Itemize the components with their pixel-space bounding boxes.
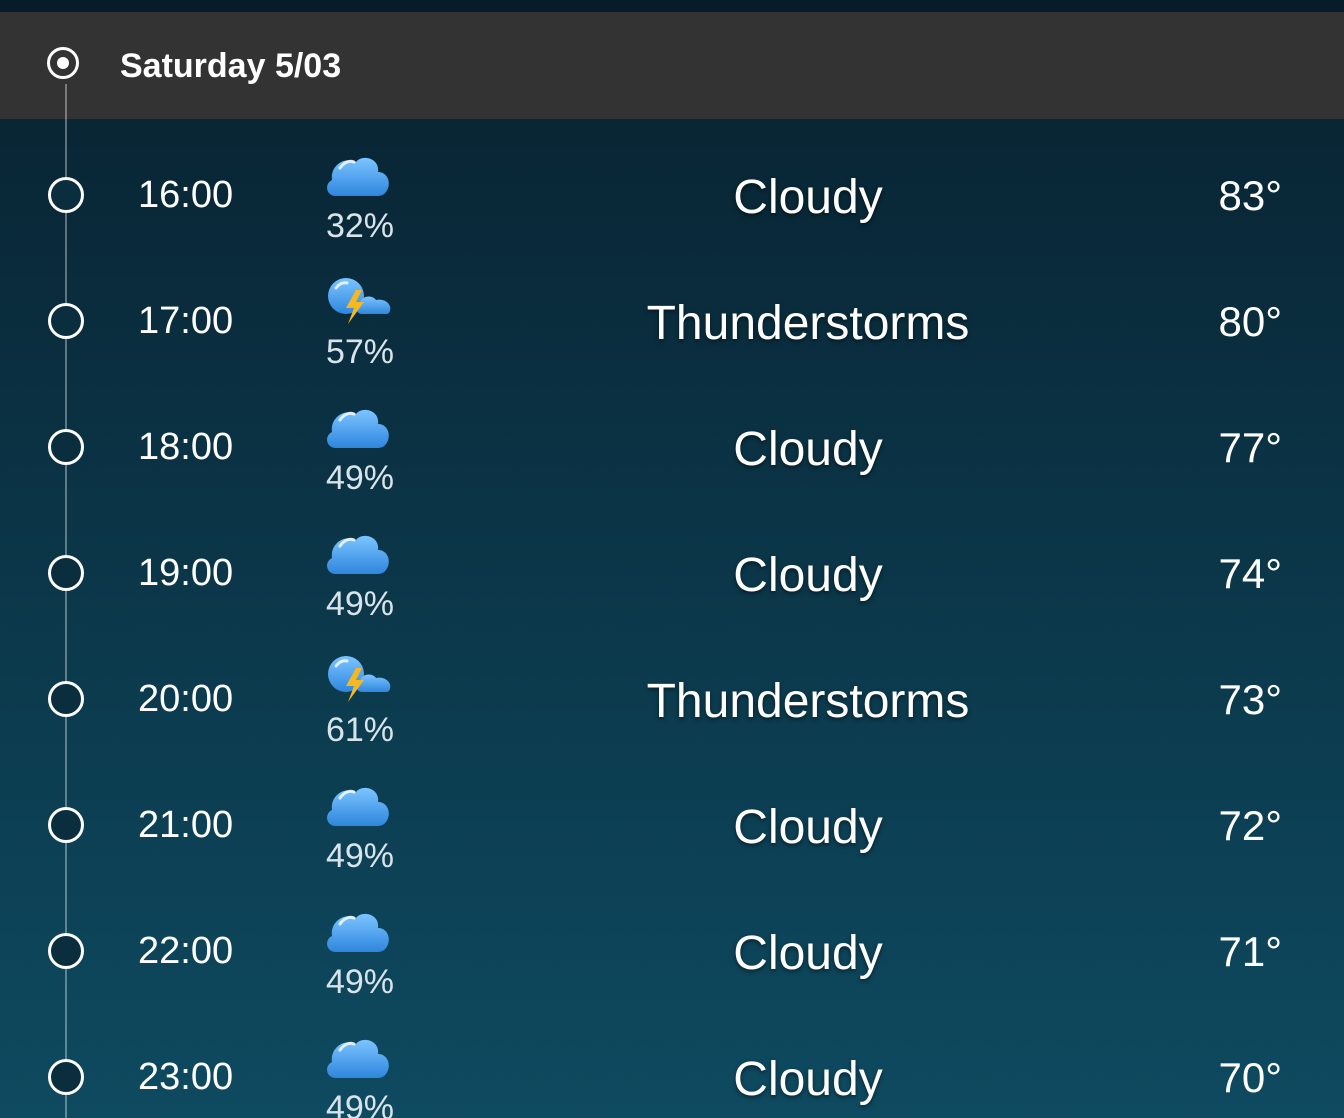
timeline-dot-icon	[48, 807, 84, 843]
precip-chance: 49%	[325, 585, 395, 623]
timeline-dot-icon	[48, 1059, 84, 1095]
cloud-icon	[322, 528, 394, 580]
timeline-dot-icon	[48, 555, 84, 591]
timeline-dot-icon	[48, 429, 84, 465]
status-strip	[0, 0, 1344, 12]
temperature: 72°	[1218, 802, 1282, 849]
temperature: 73°	[1218, 676, 1282, 723]
hourly-row[interactable]: 21:00 49% Cloudy 72°	[0, 756, 1344, 882]
cloud-icon	[322, 402, 394, 454]
cloud-icon	[322, 906, 394, 958]
hour-time: 16:00	[138, 174, 234, 216]
cloud-icon	[322, 1032, 394, 1084]
temperature: 80°	[1218, 298, 1282, 345]
precip-chance: 49%	[325, 459, 395, 497]
hourly-row[interactable]: 16:00 32% Cloudy 83°	[0, 126, 1344, 252]
timeline-dot-icon	[48, 681, 84, 717]
precip-chance: 57%	[325, 333, 395, 371]
hourly-row[interactable]: 22:00 49% Cloudy 71°	[0, 882, 1344, 1008]
precip-chance: 49%	[325, 1089, 395, 1118]
cloud-icon	[322, 780, 394, 832]
hour-time: 22:00	[138, 930, 234, 972]
hourly-row[interactable]: 19:00 49% Cloudy 74°	[0, 504, 1344, 630]
condition-label: Cloudy	[733, 927, 883, 980]
condition-label: Cloudy	[733, 171, 883, 224]
precip-chance: 49%	[325, 963, 395, 1001]
cloud-icon	[322, 150, 394, 202]
hour-time: 21:00	[138, 804, 234, 846]
condition-label: Thunderstorms	[646, 675, 970, 728]
temperature: 77°	[1218, 424, 1282, 471]
precip-chance: 32%	[325, 207, 395, 245]
temperature: 74°	[1218, 550, 1282, 597]
timeline-dot-icon	[48, 933, 84, 969]
hour-time: 18:00	[138, 426, 234, 468]
hourly-row[interactable]: 18:00 49% Cloudy 77°	[0, 378, 1344, 504]
day-marker-icon	[47, 47, 79, 79]
day-title: Saturday 5/03	[120, 47, 342, 85]
temperature: 70°	[1218, 1054, 1282, 1101]
hourly-row[interactable]: 17:00 57% Thunderstorms 80°	[0, 252, 1344, 378]
hour-time: 23:00	[138, 1056, 234, 1098]
hour-time: 20:00	[138, 678, 234, 720]
hourly-row[interactable]: 23:00 49% Cloudy 70°	[0, 1008, 1344, 1118]
thunderstorm-icon	[322, 654, 394, 706]
condition-label: Cloudy	[733, 801, 883, 854]
precip-chance: 49%	[325, 837, 395, 875]
condition-label: Cloudy	[733, 549, 883, 602]
condition-label: Thunderstorms	[646, 297, 970, 350]
temperature: 83°	[1218, 172, 1282, 219]
timeline-dot-icon	[48, 177, 84, 213]
thunderstorm-icon	[322, 276, 394, 328]
timeline-dot-icon	[48, 303, 84, 339]
hour-time: 17:00	[138, 300, 234, 342]
temperature: 71°	[1218, 928, 1282, 975]
condition-label: Cloudy	[733, 1053, 883, 1106]
hour-time: 19:00	[138, 552, 234, 594]
precip-chance: 61%	[325, 711, 395, 749]
hourly-row[interactable]: 20:00 61% Thunderstorms 73°	[0, 630, 1344, 756]
condition-label: Cloudy	[733, 423, 883, 476]
